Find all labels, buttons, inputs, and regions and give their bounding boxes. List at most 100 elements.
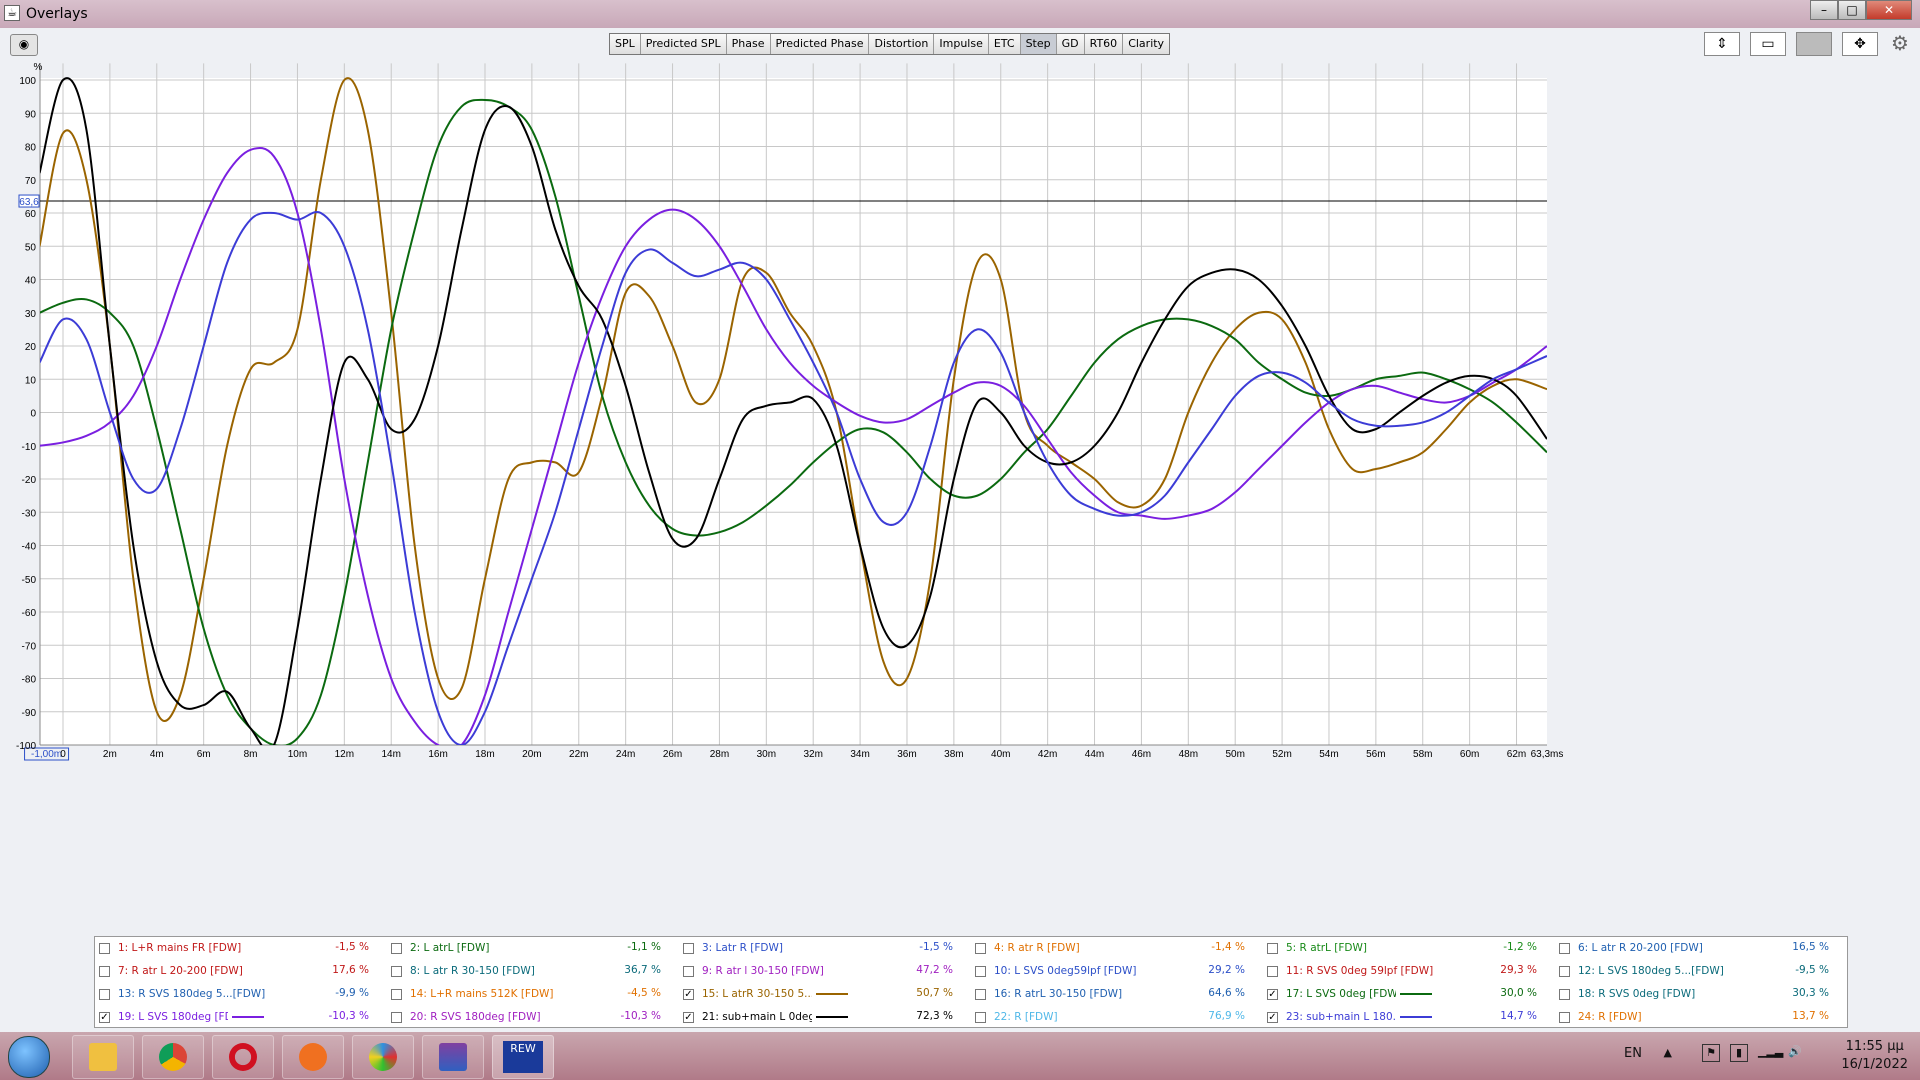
x-tick-label: 28m xyxy=(710,749,729,760)
legend-item[interactable]: 6: L atr R 20-200 [FDW] xyxy=(1559,937,1728,959)
tab-impulse[interactable]: Impulse xyxy=(934,34,989,54)
legend-checkbox[interactable] xyxy=(391,965,402,977)
legend-checkbox[interactable] xyxy=(1559,942,1570,954)
legend-value: -10,3 % xyxy=(328,1010,369,1022)
y-tick-label: 20 xyxy=(25,342,37,353)
legend-item[interactable]: 5: R atrL [FDW] xyxy=(1267,937,1436,959)
legend-item[interactable]: 3: Latr R [FDW] xyxy=(683,937,852,959)
legend-item[interactable]: 8: L atr R 30-150 [FDW] xyxy=(391,960,560,982)
volume-icon[interactable]: 🔊 xyxy=(1786,1044,1804,1062)
legend-item[interactable]: ✓ 23: sub+main L 180...[FDW xyxy=(1267,1006,1432,1028)
legend-checkbox[interactable] xyxy=(975,988,986,1000)
paint-icon[interactable] xyxy=(352,1035,414,1079)
legend-checkbox[interactable] xyxy=(1559,988,1570,1000)
legend-value: 30,3 % xyxy=(1792,987,1829,999)
x-tick-label: 22m xyxy=(569,749,588,760)
clock[interactable]: 11:55 μμ 16/1/2022 xyxy=(1841,1038,1908,1074)
legend-checkbox[interactable] xyxy=(391,942,402,954)
avast-browser-icon[interactable] xyxy=(282,1035,344,1079)
blank-icon[interactable] xyxy=(1796,32,1832,56)
step-response-chart[interactable]: -1,00m0 2m 4m 6m 8m 10m 12m 14m 16m 18m 20m 22m 24m 2… xyxy=(0,62,1920,936)
legend-item[interactable]: 22: R [FDW] xyxy=(975,1006,1144,1028)
legend-checkbox[interactable]: ✓ xyxy=(99,1011,110,1023)
file-explorer-icon[interactable] xyxy=(72,1035,134,1079)
legend-checkbox[interactable] xyxy=(1559,965,1570,977)
legend-item[interactable]: 14: L+R mains 512K [FDW] xyxy=(391,983,560,1005)
rew-icon[interactable]: REW xyxy=(492,1035,554,1079)
tab-gd[interactable]: GD xyxy=(1056,34,1085,54)
x-tick-label: 26m xyxy=(663,749,682,760)
legend-item[interactable]: 13: R SVS 180deg 5...[FDW] xyxy=(99,983,268,1005)
legend-checkbox[interactable] xyxy=(975,942,986,954)
maximize-button[interactable]: □ xyxy=(1838,0,1866,20)
legend-checkbox[interactable] xyxy=(99,942,110,954)
legend-item[interactable]: 18: R SVS 0deg [FDW] xyxy=(1559,983,1728,1005)
language-indicator[interactable]: EN xyxy=(1624,1046,1642,1061)
camera-icon[interactable]: ◉ xyxy=(10,34,38,56)
pan-zoom-icon[interactable]: ✥ xyxy=(1842,32,1878,56)
legend-checkbox[interactable] xyxy=(391,1011,402,1023)
legend-value: 50,7 % xyxy=(916,987,953,999)
chrome-icon[interactable] xyxy=(142,1035,204,1079)
legend-checkbox[interactable] xyxy=(683,965,694,977)
tab-predicted-phase[interactable]: Predicted Phase xyxy=(770,34,870,54)
legend-item[interactable]: 20: R SVS 180deg [FDW] xyxy=(391,1006,560,1028)
legend-checkbox[interactable]: ✓ xyxy=(1267,988,1278,1000)
y-tick-label: -80 xyxy=(22,675,37,686)
limits-icon[interactable]: ⇕ xyxy=(1704,32,1740,56)
settings-icon[interactable]: ⚙ xyxy=(1888,32,1912,56)
legend-item[interactable]: ✓ 21: sub+main L 0deg [FDW xyxy=(683,1006,848,1028)
legend-checkbox[interactable] xyxy=(99,965,110,977)
legend-item[interactable]: 24: R [FDW] xyxy=(1559,1006,1728,1028)
winrar-icon[interactable] xyxy=(422,1035,484,1079)
y-tick-label: -60 xyxy=(22,608,37,619)
legend-item[interactable]: 10: L SVS 0deg59lpf [FDW] xyxy=(975,960,1144,982)
x-tick-label: 16m xyxy=(428,749,447,760)
legend-item[interactable]: ✓ 17: L SVS 0deg [FDW] xyxy=(1267,983,1432,1005)
legend-checkbox[interactable]: ✓ xyxy=(683,988,694,1000)
legend-label: 20: R SVS 180deg [FDW] xyxy=(410,1011,541,1023)
legend-item[interactable]: 11: R SVS 0deg 59lpf [FDW] xyxy=(1267,960,1436,982)
legend-item[interactable]: 9: R atr l 30-150 [FDW] xyxy=(683,960,852,982)
legend-label: 21: sub+main L 0deg [FDW xyxy=(702,1011,812,1023)
legend-checkbox[interactable] xyxy=(683,942,694,954)
legend-checkbox[interactable] xyxy=(1267,965,1278,977)
show-hidden-icons[interactable]: ▲ xyxy=(1664,1046,1672,1059)
x-tick-label: 24m xyxy=(616,749,635,760)
tab-step[interactable]: Step xyxy=(1020,34,1057,54)
legend-item[interactable]: ✓ 19: L SVS 180deg [FDW] xyxy=(99,1006,264,1028)
tab-etc[interactable]: ETC xyxy=(988,34,1021,54)
opera-icon[interactable] xyxy=(212,1035,274,1079)
tab-spl[interactable]: SPL xyxy=(610,34,641,54)
legend-item[interactable]: 7: R atr L 20-200 [FDW] xyxy=(99,960,268,982)
legend-checkbox[interactable] xyxy=(1559,1011,1570,1023)
legend-swatch xyxy=(1400,993,1432,995)
tab-clarity[interactable]: Clarity xyxy=(1123,34,1170,54)
flag-icon[interactable]: ⚑ xyxy=(1702,1044,1720,1062)
tab-predicted-spl[interactable]: Predicted SPL xyxy=(640,34,727,54)
usb-icon[interactable]: ▮ xyxy=(1730,1044,1748,1062)
fit-window-icon[interactable]: ▭ xyxy=(1750,32,1786,56)
start-button[interactable] xyxy=(8,1036,50,1078)
legend-item[interactable]: 2: L atrL [FDW] xyxy=(391,937,560,959)
legend-checkbox[interactable]: ✓ xyxy=(1267,1011,1278,1023)
legend-checkbox[interactable] xyxy=(975,1011,986,1023)
legend-checkbox[interactable] xyxy=(1267,942,1278,954)
legend-item[interactable]: 4: R atr R [FDW] xyxy=(975,937,1144,959)
legend-item[interactable]: ✓ 15: L atrR 30-150 5...[FDW] xyxy=(683,983,848,1005)
y-tick-label: 40 xyxy=(25,276,37,287)
minimize-button[interactable]: – xyxy=(1810,0,1838,20)
tab-phase[interactable]: Phase xyxy=(726,34,771,54)
legend-item[interactable]: 12: L SVS 180deg 5...[FDW] xyxy=(1559,960,1728,982)
close-button[interactable]: ✕ xyxy=(1866,0,1912,20)
legend-checkbox[interactable] xyxy=(391,988,402,1000)
tab-rt60[interactable]: RT60 xyxy=(1084,34,1124,54)
legend-checkbox[interactable] xyxy=(975,965,986,977)
legend-item[interactable]: 16: R atrL 30-150 [FDW] xyxy=(975,983,1144,1005)
tab-distortion[interactable]: Distortion xyxy=(869,34,935,54)
network-icon[interactable]: ▁▂▃ xyxy=(1758,1044,1783,1062)
legend-label: 5: R atrL [FDW] xyxy=(1286,942,1367,954)
legend-checkbox[interactable]: ✓ xyxy=(683,1011,694,1023)
legend-checkbox[interactable] xyxy=(99,988,110,1000)
legend-item[interactable]: 1: L+R mains FR [FDW] xyxy=(99,937,268,959)
